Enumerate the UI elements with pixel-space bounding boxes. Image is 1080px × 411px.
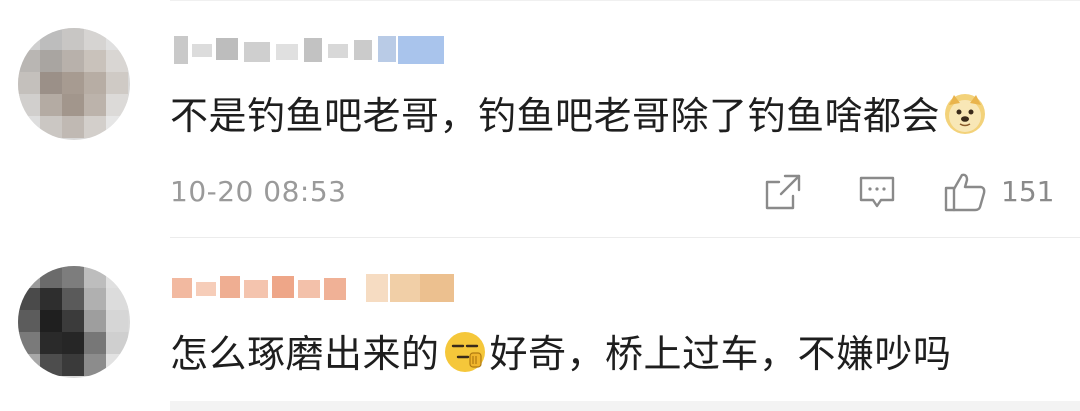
comment-item: 不是钓鱼吧老哥，钓鱼吧老哥除了钓鱼啥都会 10-20 08:53 151: [0, 0, 1080, 238]
comment-body-continued: 好奇，桥上过车，不嫌吵吗: [489, 332, 952, 376]
comment-body: 怎么琢磨出来的: [170, 332, 440, 376]
comment-item: 怎么琢磨出来的 好奇，桥上过车，不嫌吵吗: [0, 238, 1080, 411]
username-obscured[interactable]: [170, 30, 450, 70]
list-edge: [170, 401, 1080, 411]
share-button[interactable]: [763, 172, 803, 212]
comment-icon: [857, 172, 897, 212]
thumbs-up-icon: [943, 171, 987, 213]
timestamp: 10-20 08:53: [170, 175, 347, 208]
like-button[interactable]: 151: [943, 172, 1054, 212]
thinking-emoji: [444, 331, 486, 373]
username-obscured[interactable]: [170, 268, 460, 308]
comment-body: 不是钓鱼吧老哥，钓鱼吧老哥除了钓鱼啥都会: [170, 94, 941, 138]
share-icon: [763, 172, 803, 212]
doge-emoji: [944, 93, 986, 135]
comment-text: 不是钓鱼吧老哥，钓鱼吧老哥除了钓鱼啥都会: [170, 92, 990, 140]
avatar[interactable]: [18, 266, 130, 378]
like-count: 151: [1001, 175, 1055, 208]
avatar[interactable]: [18, 28, 130, 140]
reply-button[interactable]: [857, 172, 897, 212]
comment-text: 怎么琢磨出来的 好奇，桥上过车，不嫌吵吗: [170, 330, 952, 378]
